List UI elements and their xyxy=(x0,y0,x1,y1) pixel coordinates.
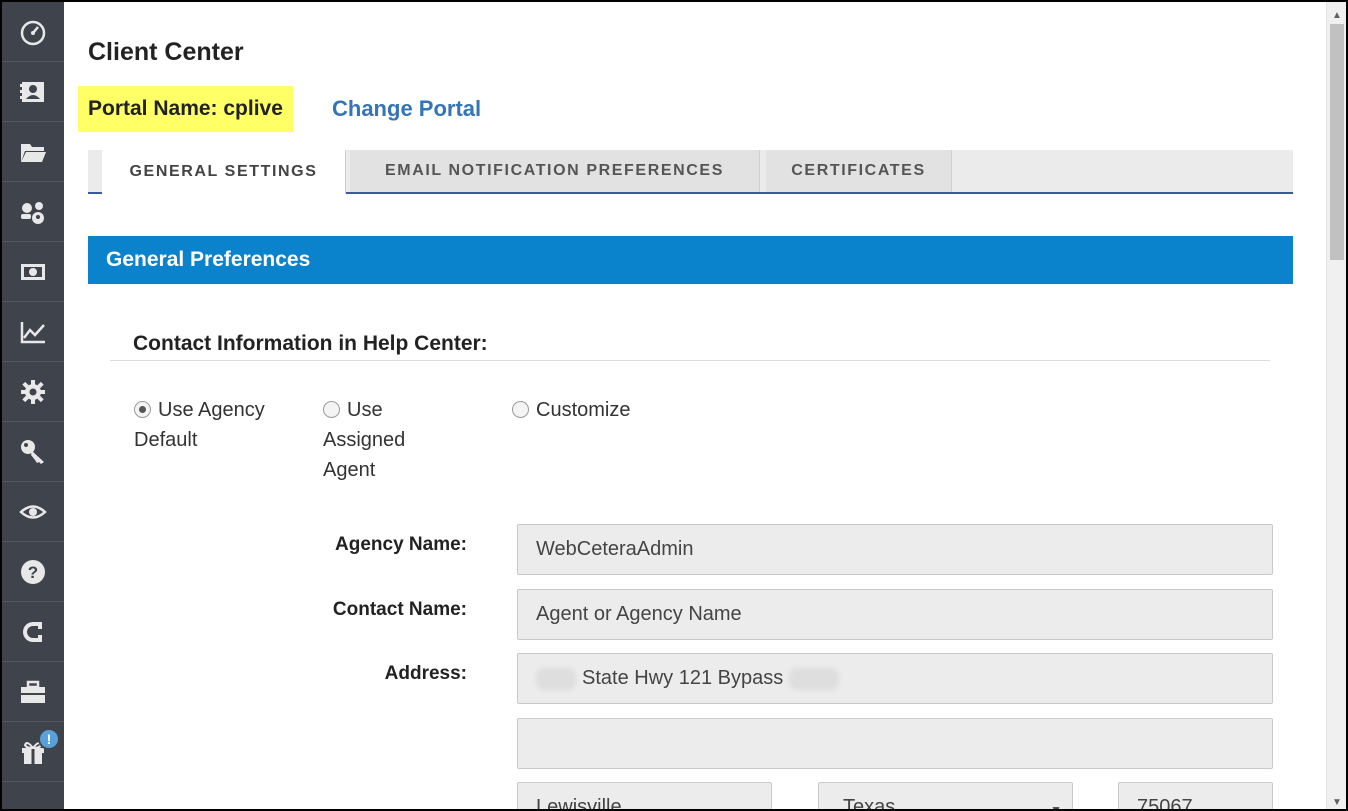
svg-text:?: ? xyxy=(28,563,38,582)
section-header: General Preferences xyxy=(88,236,1293,284)
redacted-text xyxy=(789,667,840,690)
state-select[interactable]: Texas ▼ xyxy=(818,782,1073,811)
chevron-down-icon: ▼ xyxy=(1050,803,1062,811)
sidebar-item-business[interactable] xyxy=(2,662,64,722)
vertical-scrollbar[interactable]: ▲ ▼ xyxy=(1326,2,1346,809)
sidebar-item-reports[interactable] xyxy=(2,302,64,362)
sidebar-item-dashboard[interactable] xyxy=(2,2,64,62)
address-label: Address: xyxy=(384,663,467,684)
agency-name-label: Agency Name: xyxy=(335,534,467,555)
contact-name-field[interactable]: Agent or Agency Name xyxy=(517,589,1273,640)
radio-button[interactable] xyxy=(512,401,529,418)
state-value: Texas xyxy=(843,796,896,811)
radio-label: Use xyxy=(347,399,383,421)
tab-email-notification-preferences[interactable]: EMAIL NOTIFICATION PREFERENCES xyxy=(350,150,760,192)
eye-icon xyxy=(19,504,47,519)
contact-name-label: Contact Name: xyxy=(332,599,467,620)
sidebar-item-keys[interactable] xyxy=(2,422,64,482)
scroll-up-icon[interactable]: ▲ xyxy=(1327,6,1346,24)
sidebar-item-help[interactable]: ? xyxy=(2,542,64,602)
main-content: Client Center Portal Name: cplive Change… xyxy=(64,2,1330,811)
tab-bar: GENERAL SETTINGS EMAIL NOTIFICATION PREF… xyxy=(88,150,1293,194)
sidebar-item-contacts[interactable] xyxy=(2,62,64,122)
folder-icon xyxy=(21,143,46,162)
sidebar-item-money[interactable] xyxy=(2,242,64,302)
page-title: Client Center xyxy=(88,38,244,66)
tab-certificates[interactable]: CERTIFICATES xyxy=(766,150,952,192)
help-icon: ? xyxy=(21,559,45,584)
users-network-icon xyxy=(21,201,44,224)
sidebar-item-leads[interactable] xyxy=(2,602,64,662)
agency-name-value: WebCeteraAdmin xyxy=(536,538,694,560)
radio-use-assigned-agent[interactable]: Use Assigned Agent xyxy=(323,395,453,485)
scroll-thumb[interactable] xyxy=(1330,24,1344,260)
zip-field[interactable]: 75067 xyxy=(1118,782,1273,811)
scroll-down-icon[interactable]: ▼ xyxy=(1327,793,1346,809)
sidebar-item-folder[interactable] xyxy=(2,122,64,182)
radio-customize[interactable]: Customize xyxy=(512,395,672,425)
gear-icon xyxy=(21,379,45,404)
sidebar: ? ! xyxy=(2,2,64,809)
radio-use-agency-default[interactable]: Use Agency Default xyxy=(134,395,294,455)
radio-button[interactable] xyxy=(323,401,340,418)
tab-general-settings[interactable]: GENERAL SETTINGS xyxy=(102,150,346,194)
radio-label: Assigned xyxy=(323,429,406,451)
change-portal-link[interactable]: Change Portal xyxy=(332,96,481,122)
briefcase-icon xyxy=(21,680,45,703)
radio-label: Use Agency xyxy=(158,399,265,421)
redacted-text xyxy=(536,667,576,690)
divider xyxy=(110,360,1270,361)
radio-label: Customize xyxy=(536,399,631,421)
magnet-icon xyxy=(23,621,42,642)
sidebar-item-view[interactable] xyxy=(2,482,64,542)
address-value: State Hwy 121 Bypass xyxy=(582,667,784,689)
sidebar-item-gifts[interactable]: ! xyxy=(2,722,64,782)
money-icon xyxy=(21,263,45,280)
sidebar-item-settings[interactable] xyxy=(2,362,64,422)
app-window: ? ! Client Center Portal Name: cplive Ch… xyxy=(0,0,1348,811)
address-line1-field[interactable]: State Hwy 121 Bypass xyxy=(517,653,1273,704)
portal-name-label: Portal Name: cplive xyxy=(78,86,293,132)
radio-label: Default xyxy=(134,429,198,451)
zip-value: 75067 xyxy=(1137,796,1193,811)
city-field[interactable]: Lewisville xyxy=(517,782,772,811)
agency-name-field[interactable]: WebCeteraAdmin xyxy=(517,524,1273,575)
radio-button-checked[interactable] xyxy=(134,401,151,418)
contact-name-value: Agent or Agency Name xyxy=(536,603,742,625)
key-icon xyxy=(21,439,44,464)
address-line2-field[interactable] xyxy=(517,718,1273,769)
city-value: Lewisville xyxy=(536,796,622,811)
chart-icon xyxy=(20,321,45,343)
contacts-icon xyxy=(20,81,44,102)
notification-badge: ! xyxy=(38,728,60,750)
contact-info-heading: Contact Information in Help Center: xyxy=(133,332,488,355)
sidebar-item-users[interactable] xyxy=(2,182,64,242)
radio-label: Agent xyxy=(323,459,376,481)
dashboard-icon xyxy=(20,20,46,45)
